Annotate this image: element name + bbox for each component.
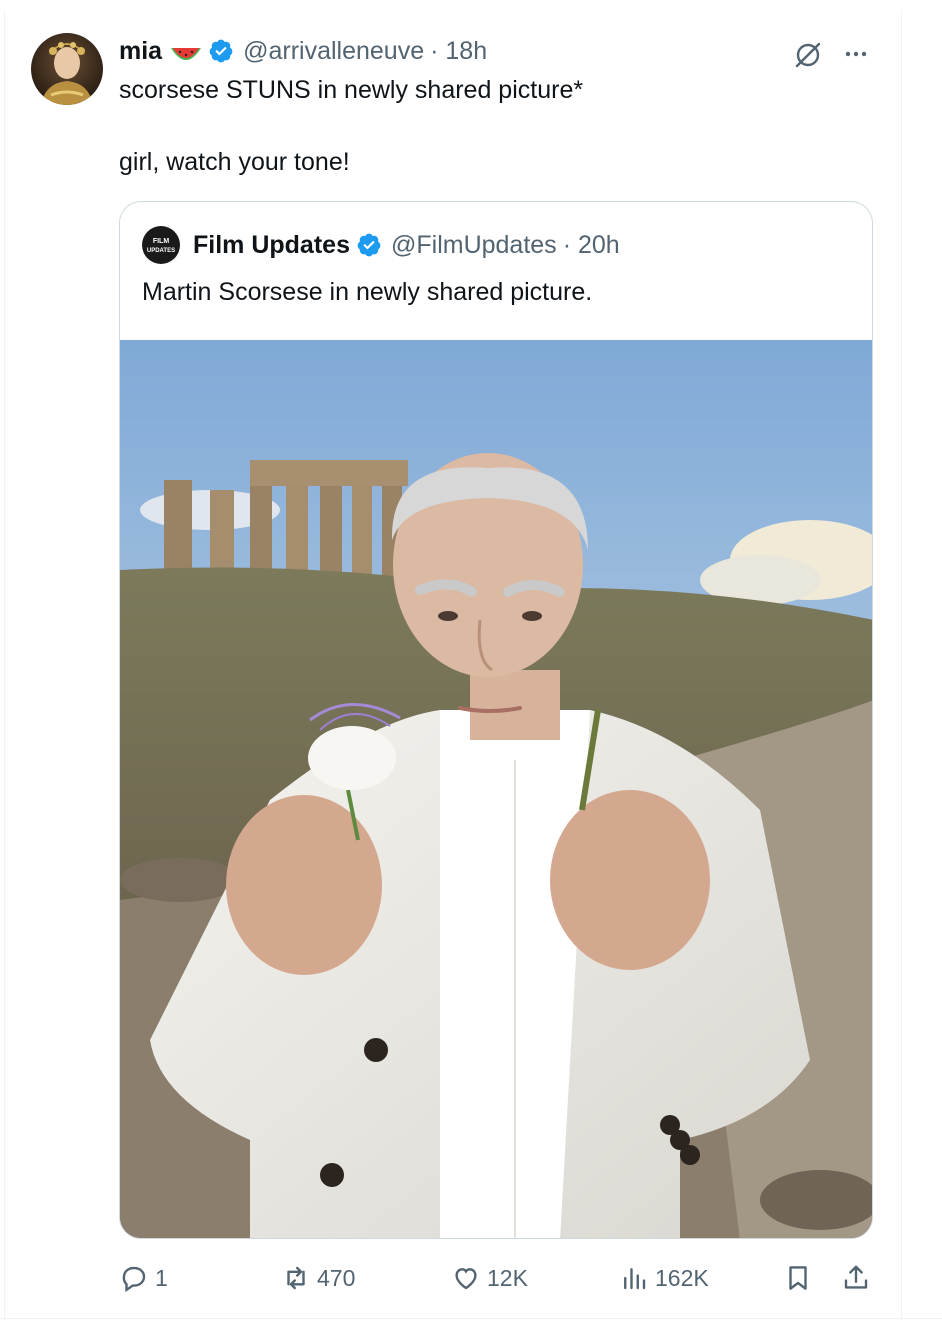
- quoted-tweet[interactable]: FILM UPDATES Film Updates @FilmUpdates ·…: [119, 201, 873, 1239]
- divider: [0, 1318, 942, 1319]
- verified-icon: [356, 232, 382, 258]
- views-icon: [624, 1268, 646, 1290]
- author-handle[interactable]: @arrivalleneuve: [243, 37, 424, 66]
- like-button[interactable]: 12K: [451, 1260, 528, 1296]
- quoted-time[interactable]: · 20h: [563, 231, 620, 260]
- repost-icon: [287, 1266, 305, 1290]
- svg-text:UPDATES: UPDATES: [147, 248, 175, 254]
- quoted-author-handle[interactable]: @FilmUpdates: [391, 231, 557, 260]
- tweet-time[interactable]: · 18h: [430, 37, 487, 66]
- tweet-text-line1: scorsese STUNS in newly shared picture*: [119, 76, 584, 104]
- bookmark-button[interactable]: [783, 1260, 819, 1296]
- views-count: 162K: [655, 1264, 709, 1291]
- author-avatar[interactable]: [31, 33, 103, 105]
- watermelon-icon: [170, 42, 202, 60]
- reply-count: 1: [155, 1264, 168, 1291]
- like-count: 12K: [487, 1264, 528, 1291]
- quoted-photo[interactable]: [120, 340, 872, 1238]
- quoted-author-name[interactable]: Film Updates: [193, 231, 350, 260]
- reply-button[interactable]: 1: [119, 1260, 168, 1296]
- share-icon: [844, 1265, 868, 1289]
- repost-button[interactable]: 470: [281, 1260, 355, 1296]
- tweet-text-line2: girl, watch your tone!: [119, 148, 350, 176]
- like-icon: [455, 1268, 477, 1290]
- action-bar: 1 470 12K 162K: [119, 1260, 879, 1296]
- grok-icon[interactable]: [792, 38, 824, 70]
- author-name[interactable]: mia: [119, 37, 162, 66]
- repost-count: 470: [317, 1264, 356, 1291]
- bookmark-icon: [789, 1266, 807, 1290]
- more-icon[interactable]: [840, 38, 872, 70]
- quoted-header: FILM UPDATES Film Updates @FilmUpdates ·…: [142, 226, 620, 264]
- quoted-avatar[interactable]: FILM UPDATES: [142, 226, 180, 264]
- reply-icon: [122, 1266, 146, 1293]
- tweet-header: mia @arrivalleneuve · 18h: [119, 34, 487, 68]
- verified-icon: [208, 38, 234, 64]
- quoted-text: Martin Scorsese in newly shared picture.: [142, 278, 593, 306]
- quoted-avatar-text: FILM: [153, 238, 169, 245]
- share-button[interactable]: [841, 1260, 877, 1296]
- views-button[interactable]: 162K: [619, 1260, 709, 1296]
